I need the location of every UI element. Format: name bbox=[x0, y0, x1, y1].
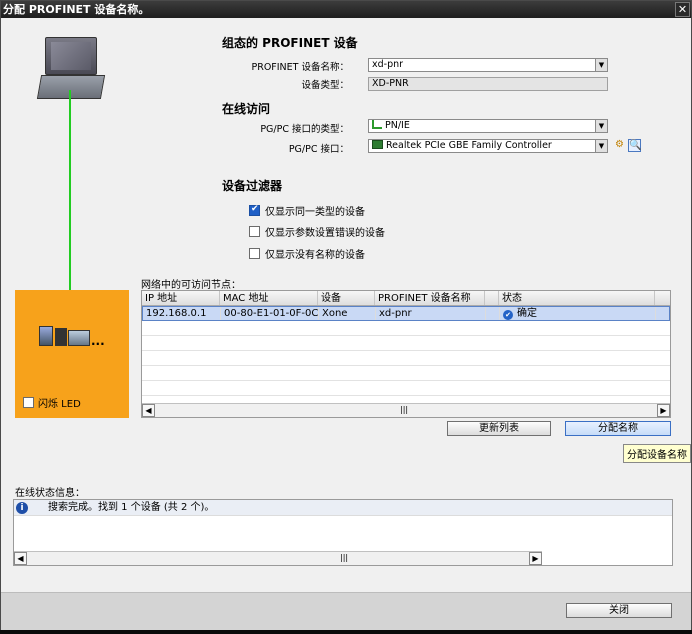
col-ip[interactable]: IP 地址 bbox=[142, 291, 220, 305]
interface-type-value: PN/IE bbox=[385, 120, 410, 131]
title-bar: 分配 PROFINET 设备名称。 ✕ bbox=[1, 1, 691, 18]
cell-profinet-name: xd-pnr bbox=[376, 307, 486, 320]
flash-led-label: 闪烁 LED bbox=[38, 399, 81, 410]
online-status-box: i 搜索完成。找到 1 个设备 (共 2 个)。 ◀ ||| ▶ bbox=[13, 499, 673, 566]
table-row bbox=[142, 321, 670, 336]
cell-status-text: 确定 bbox=[517, 308, 537, 319]
interface-type-label: PG/PC 接口的类型： bbox=[260, 124, 349, 135]
status-message: 搜索完成。找到 1 个设备 (共 2 个)。 bbox=[48, 502, 215, 513]
cell-mac: 00-80-E1-01-0F-0C bbox=[221, 307, 319, 320]
same-type-checkbox[interactable] bbox=[249, 204, 260, 216]
dialog-content: ... 闪烁 LED 组态的 PROFINET 设备 PROFINET 设备名称… bbox=[1, 18, 691, 633]
col-device[interactable]: 设备 bbox=[318, 291, 375, 305]
wrong-params-checkbox[interactable] bbox=[249, 226, 260, 237]
col-spacer bbox=[485, 291, 499, 305]
table-row bbox=[142, 336, 670, 351]
assign-name-button[interactable]: 分配名称 bbox=[565, 421, 671, 436]
interface-dropdown[interactable]: Realtek PCIe GBE Family Controller ▼ bbox=[368, 139, 608, 153]
col-filler bbox=[655, 291, 670, 305]
device-type-value: XD-PNR bbox=[372, 78, 409, 89]
col-status[interactable]: 状态 bbox=[499, 291, 655, 305]
flash-led-checkbox[interactable] bbox=[23, 397, 34, 408]
network-card-icon bbox=[372, 140, 383, 149]
no-name-label: 仅显示没有名称的设备 bbox=[265, 250, 365, 261]
diagnostics-search-icon[interactable]: 🔍 bbox=[628, 139, 641, 152]
table-horizontal-scrollbar[interactable]: ◀ ||| ▶ bbox=[142, 403, 670, 417]
flash-led-option[interactable]: 闪烁 LED bbox=[23, 395, 81, 410]
device-icon-dots: ... bbox=[91, 334, 105, 348]
cell-ip: 192.168.0.1 bbox=[143, 307, 221, 320]
scroll-thumb-grip[interactable]: ||| bbox=[340, 553, 348, 562]
chevron-down-icon[interactable]: ▼ bbox=[595, 59, 607, 71]
same-type-label: 仅显示同一类型的设备 bbox=[265, 207, 365, 218]
online-status-label: 在线状态信息： bbox=[15, 488, 85, 499]
cell-spacer bbox=[486, 307, 500, 320]
bottom-edge bbox=[0, 630, 692, 634]
interface-label: PG/PC 接口： bbox=[288, 144, 349, 155]
assign-name-dialog: 分配 PROFINET 设备名称。 ✕ ... 闪烁 LED 组态的 PROFI… bbox=[0, 0, 692, 634]
scroll-right-icon[interactable]: ▶ bbox=[529, 552, 542, 565]
assign-name-tooltip: 分配设备名称 bbox=[623, 444, 691, 463]
device-type-field: XD-PNR bbox=[368, 77, 608, 91]
device-panel: ... 闪烁 LED bbox=[15, 290, 129, 418]
chevron-down-icon[interactable]: ▼ bbox=[595, 120, 607, 132]
scroll-thumb-grip[interactable]: ||| bbox=[400, 405, 408, 414]
online-access-heading: 在线访问 bbox=[222, 102, 271, 116]
table-header: IP 地址 MAC 地址 设备 PROFINET 设备名称 状态 bbox=[142, 291, 670, 306]
device-name-value: xd-pnr bbox=[372, 59, 404, 70]
status-horizontal-scrollbar[interactable]: ◀ ||| ▶ bbox=[14, 551, 542, 565]
device-type-label: 设备类型： bbox=[301, 80, 349, 91]
status-message-row: i 搜索完成。找到 1 个设备 (共 2 个)。 bbox=[14, 500, 672, 516]
table-row[interactable]: 192.168.0.1 00-80-E1-01-0F-0C Xone xd-pn… bbox=[142, 306, 670, 321]
cell-device: Xone bbox=[319, 307, 376, 320]
scroll-left-icon[interactable]: ◀ bbox=[142, 404, 155, 417]
col-profinet-name[interactable]: PROFINET 设备名称 bbox=[375, 291, 485, 305]
accessible-nodes-label: 网络中的可访问节点： bbox=[141, 280, 241, 291]
close-window-button[interactable]: ✕ bbox=[675, 2, 690, 17]
configured-device-heading: 组态的 PROFINET 设备 bbox=[222, 36, 358, 50]
update-list-button[interactable]: 更新列表 bbox=[447, 421, 551, 436]
device-icon: ... bbox=[39, 326, 105, 347]
interface-config-icon[interactable]: ⚙ bbox=[613, 139, 626, 152]
scroll-right-icon[interactable]: ▶ bbox=[657, 404, 670, 417]
close-button[interactable]: 关闭 bbox=[566, 603, 672, 618]
device-filter-heading: 设备过滤器 bbox=[222, 179, 283, 193]
table-row bbox=[142, 351, 670, 366]
filter-option-wrong-params[interactable]: 仅显示参数设置错误的设备 bbox=[249, 224, 385, 239]
filter-option-same-type[interactable]: 仅显示同一类型的设备 bbox=[249, 203, 365, 218]
table-row bbox=[142, 366, 670, 381]
ok-check-icon: ✔ bbox=[503, 310, 513, 320]
table-body: 192.168.0.1 00-80-E1-01-0F-0C Xone xd-pn… bbox=[142, 306, 670, 396]
filter-option-no-name[interactable]: 仅显示没有名称的设备 bbox=[249, 246, 365, 261]
dialog-footer: 关闭 bbox=[1, 592, 691, 633]
accessible-nodes-table: IP 地址 MAC 地址 设备 PROFINET 设备名称 状态 192.168… bbox=[141, 290, 671, 418]
pn-ie-icon bbox=[372, 120, 382, 129]
info-icon: i bbox=[16, 502, 28, 514]
interface-value: Realtek PCIe GBE Family Controller bbox=[386, 140, 552, 151]
interface-type-dropdown[interactable]: PN/IE ▼ bbox=[368, 119, 608, 133]
chevron-down-icon[interactable]: ▼ bbox=[595, 140, 607, 152]
window-title: 分配 PROFINET 设备名称。 bbox=[3, 3, 150, 16]
device-name-label: PROFINET 设备名称： bbox=[251, 62, 349, 73]
col-mac[interactable]: MAC 地址 bbox=[220, 291, 318, 305]
scroll-left-icon[interactable]: ◀ bbox=[14, 552, 27, 565]
table-row bbox=[142, 381, 670, 396]
device-name-dropdown[interactable]: xd-pnr ▼ bbox=[368, 58, 608, 72]
no-name-checkbox[interactable] bbox=[249, 248, 260, 259]
wrong-params-label: 仅显示参数设置错误的设备 bbox=[265, 228, 385, 239]
cell-status: ✔ 确定 bbox=[500, 307, 656, 320]
